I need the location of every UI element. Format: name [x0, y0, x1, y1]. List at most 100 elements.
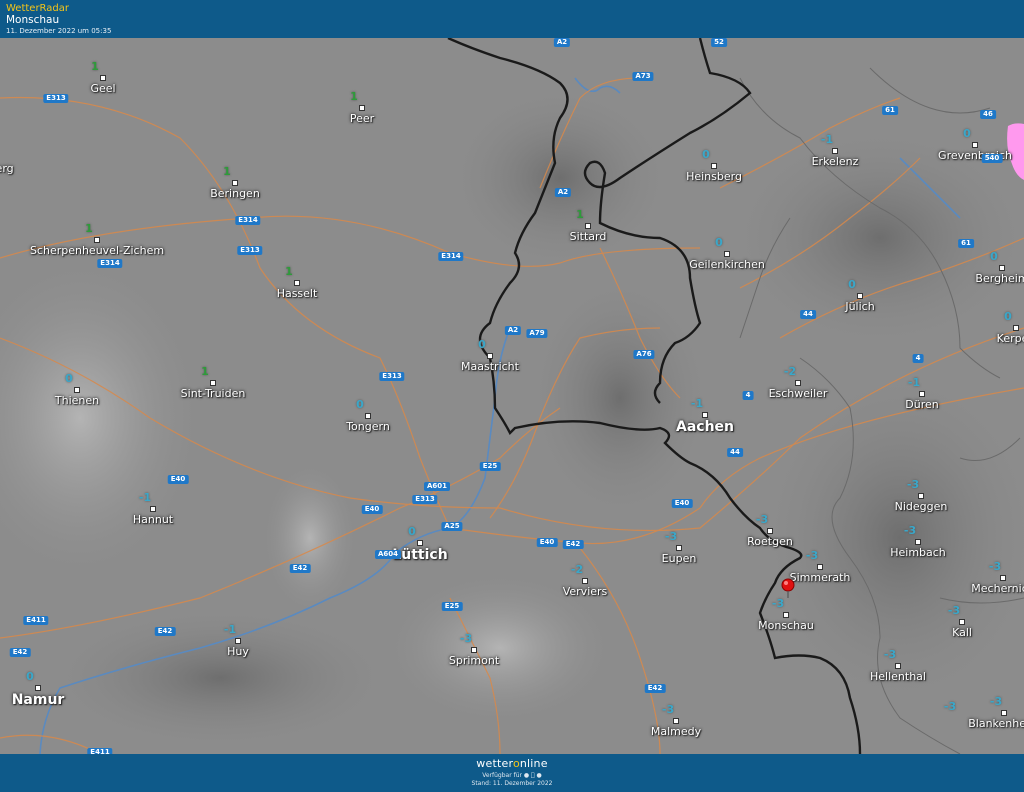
road-shield: A2: [554, 188, 572, 197]
city-label: Erkelenz: [811, 155, 859, 168]
temperature-value: -1: [138, 491, 152, 504]
city-marker: [711, 163, 717, 169]
temperature-value: -1: [907, 376, 921, 389]
road-shield: 61: [958, 239, 974, 248]
city-label: Heimbach: [890, 546, 946, 559]
map-base: [0, 38, 1024, 754]
city-label: Sittard: [569, 230, 607, 243]
city-marker: [1013, 325, 1019, 331]
temperature-value: -1: [223, 623, 237, 636]
road-shield: E313: [237, 246, 263, 255]
temperature-value: -3: [883, 648, 897, 661]
city-marker: [94, 237, 100, 243]
city-label: Namur: [11, 692, 65, 708]
city-marker: [359, 105, 365, 111]
road-shield: 46: [980, 110, 996, 119]
city-marker: [100, 75, 106, 81]
city-marker: [150, 506, 156, 512]
city-label: Heinsberg: [686, 170, 742, 183]
city-label: Simmerath: [789, 571, 851, 584]
temperature-value: 1: [223, 165, 231, 178]
temperature-value: -3: [989, 695, 1003, 708]
footer-date: Stand: 11. Dezember 2022: [471, 780, 553, 787]
city-label: Kall: [952, 626, 972, 639]
temperature-value: 1: [85, 222, 93, 235]
city-label: Mechernich: [971, 582, 1024, 595]
city-label: Berg: [0, 162, 14, 175]
road-shield: E313: [43, 94, 69, 103]
city-marker: [972, 142, 978, 148]
city-label: Huy: [227, 645, 249, 658]
city-label: Hasselt: [276, 287, 318, 300]
road-shield: E40: [671, 499, 693, 508]
road-shield: A2: [553, 38, 571, 47]
timestamp: 11. Dezember 2022 um 05:35: [6, 27, 112, 35]
road-shield: A25: [441, 522, 463, 531]
city-marker: [915, 539, 921, 545]
city-marker: [767, 528, 773, 534]
city-marker: [1000, 575, 1006, 581]
road-shield: E313: [412, 495, 438, 504]
city-marker: [471, 647, 477, 653]
app-brand: WetterRadar: [6, 3, 70, 14]
city-marker: [487, 353, 493, 359]
city-label: Maastricht: [461, 360, 519, 373]
road-shield: 4: [742, 391, 754, 400]
temperature-value: 0: [702, 148, 710, 161]
radar-map[interactable]: Geel 1 Peer 1 Beringen 1 Scherpenheuvel-Zichem…: [0, 38, 1024, 754]
road-shield: A604: [374, 550, 402, 559]
city-marker: [676, 545, 682, 551]
temperature-value: -3: [903, 524, 917, 537]
temperature-value: -1: [690, 397, 704, 410]
city-label: Peer: [349, 112, 375, 125]
city-marker: [210, 380, 216, 386]
city-label: Tongern: [346, 420, 390, 433]
temperature-value: 0: [356, 398, 364, 411]
city-marker: [918, 493, 924, 499]
city-label: Düren: [905, 398, 939, 411]
road-shield: E25: [441, 602, 463, 611]
temperature-value: 0: [963, 127, 971, 140]
temperature-value: 0: [65, 372, 73, 385]
city-marker: [35, 685, 41, 691]
road-shield: E42: [289, 564, 311, 573]
city-marker: [582, 578, 588, 584]
city-marker: [74, 387, 80, 393]
road-shield: A79: [526, 329, 548, 338]
temperature-value: -3: [459, 632, 473, 645]
temperature-value: 0: [408, 525, 416, 538]
road-shield: A601: [423, 482, 451, 491]
city-label: Aachen: [675, 419, 735, 435]
city-label: Hellenthal: [870, 670, 926, 683]
city-label: Eschweiler: [768, 387, 828, 400]
city-marker: [417, 540, 423, 546]
road-shield: E42: [9, 648, 31, 657]
city-marker: [235, 638, 241, 644]
city-marker: [817, 564, 823, 570]
city-label: Roetgen: [747, 535, 793, 548]
city-label: Beringen: [210, 187, 260, 200]
temperature-value: -3: [943, 700, 957, 713]
city-label: Bergheim: [975, 272, 1024, 285]
temperature-value: -3: [988, 560, 1002, 573]
road-shield: A73: [632, 72, 654, 81]
temperature-value: 0: [848, 278, 856, 291]
temperature-value: -3: [771, 597, 785, 610]
road-shield: 4: [912, 354, 924, 363]
location-pin-icon: [781, 578, 795, 598]
temperature-value: 1: [350, 90, 358, 103]
city-label: Kerpen: [996, 332, 1024, 345]
temperature-value: -3: [755, 513, 769, 526]
city-marker: [585, 223, 591, 229]
road-shield: E25: [479, 462, 501, 471]
temperature-value: 0: [478, 338, 486, 351]
city-label: Scherpenheuvel-Zichem: [29, 244, 165, 257]
city-label: Thienen: [54, 394, 100, 407]
city-marker: [294, 280, 300, 286]
temperature-value: -3: [661, 703, 675, 716]
road-shield: E314: [235, 216, 261, 225]
city-label: Sprimont: [448, 654, 500, 667]
header-bar: WetterRadar Monschau 11. Dezember 2022 u…: [0, 0, 1024, 38]
city-marker: [895, 663, 901, 669]
city-marker: [702, 412, 708, 418]
